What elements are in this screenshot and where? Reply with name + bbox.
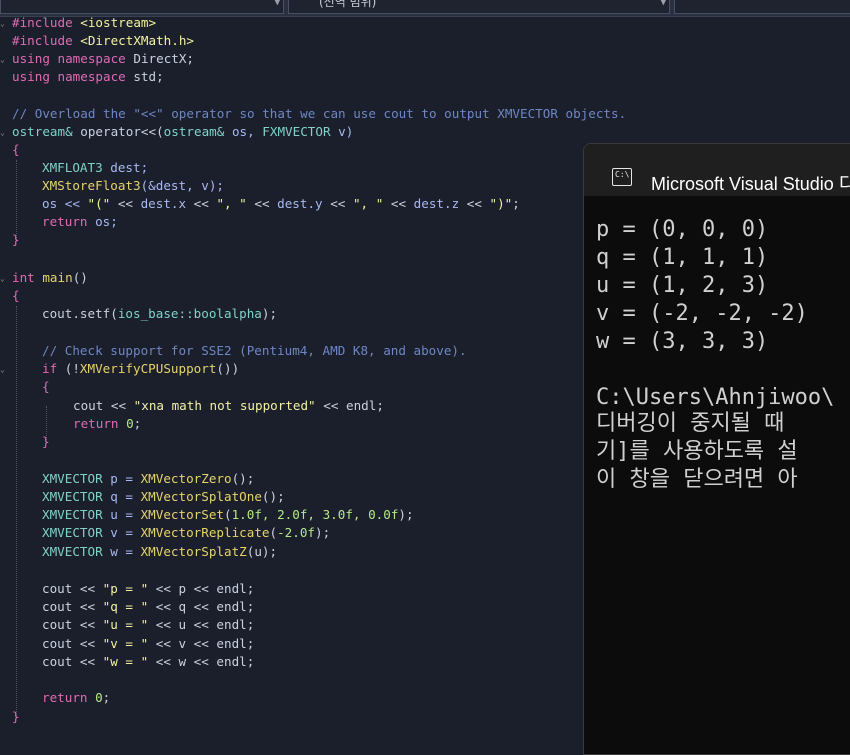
code-line: XMFLOAT3 dest; (42, 160, 149, 175)
code-brace: } (12, 709, 20, 724)
console-output-line: 기]를 사용하도록 설 (596, 439, 798, 464)
indent-guide (16, 306, 17, 716)
code-line: XMVECTOR v = XMVectorReplicate(-2.0f); (42, 525, 331, 540)
chevron-down-icon: ▼ (274, 0, 280, 8)
fold-marker-icon[interactable]: ⌄ (0, 275, 8, 283)
console-title-bar[interactable]: C:\ Microsoft Visual Studio 디 (584, 144, 850, 196)
console-output-line: q = (1, 1, 1) (596, 245, 769, 270)
code-line: XMStoreFloat3(&dest, v); (42, 178, 224, 193)
code-line: XMVECTOR w = XMVectorSplatZ(u); (42, 544, 278, 559)
scope-dropdown-label: (전역 범위) (319, 0, 377, 9)
code-brace: } (42, 434, 50, 449)
debug-console-window[interactable]: C:\ Microsoft Visual Studio 디 p = (0, 0,… (583, 143, 850, 755)
code-line: int main() (12, 270, 88, 285)
code-line: cout << "p = " << p << endl; (42, 581, 255, 596)
code-line: cout << "q = " << q << endl; (42, 599, 255, 614)
code-brace: { (12, 288, 20, 303)
code-line: using namespace DirectX; (12, 51, 195, 66)
console-output-line: w = (3, 3, 3) (596, 329, 769, 354)
terminal-icon: C:\ (612, 168, 632, 186)
code-line: using namespace std; (12, 69, 164, 84)
code-brace: { (42, 379, 50, 394)
fold-marker-icon[interactable]: ⌄ (0, 366, 8, 374)
code-line: cout << "xna math not supported" << endl… (73, 398, 384, 413)
code-line: return os; (42, 214, 118, 229)
code-line: XMVECTOR p = XMVectorZero(); (42, 471, 255, 486)
fold-marker-icon[interactable]: ⌄ (0, 56, 8, 64)
scope-dropdown[interactable]: (전역 범위) ▼ (288, 0, 670, 14)
code-line: cout << "v = " << v << endl; (42, 636, 255, 651)
fold-marker-icon[interactable]: ⌄ (0, 129, 8, 137)
console-output-line: C:\Users\Ahnjiwoo\ (596, 385, 835, 410)
code-brace: { (12, 142, 20, 157)
console-output-line: u = (1, 2, 3) (596, 273, 769, 298)
code-brace: } (12, 232, 20, 247)
member-dropdown[interactable] (674, 0, 850, 14)
indent-guide (16, 160, 17, 240)
code-line: if (!XMVerifyCPUSupport()) (42, 361, 240, 376)
code-line: os << "(" << dest.x << ", " << dest.y <<… (42, 196, 520, 211)
code-line: return 0; (73, 416, 142, 431)
console-title: Microsoft Visual Studio 디 (651, 174, 850, 194)
code-line: #include <DirectXMath.h> (12, 33, 194, 48)
code-comment: // Overload the "<<" operator so that we… (12, 106, 627, 121)
project-dropdown[interactable]: ▼ (0, 0, 284, 14)
console-output-line: 이 창을 닫으려면 아 (596, 467, 798, 492)
code-line: XMVECTOR q = XMVectorSplatOne(); (42, 489, 285, 504)
fold-marker-icon[interactable]: ⌄ (0, 20, 8, 28)
chevron-down-icon: ▼ (660, 0, 666, 8)
code-comment: // Check support for SSE2 (Pentium4, AMD… (42, 343, 467, 358)
code-line: cout << "u = " << u << endl; (42, 617, 255, 632)
console-output-line: v = (-2, -2, -2) (596, 301, 808, 326)
code-line: return 0; (42, 690, 111, 705)
code-line: ostream& operator<<(ostream& os, FXMVECT… (12, 124, 354, 139)
code-line: XMVECTOR u = XMVectorSet(1.0f, 2.0f, 3.0… (42, 507, 414, 522)
code-line: cout.setf(ios_base::boolalpha); (42, 306, 278, 321)
console-output-line: 디버깅이 중지될 때 (596, 411, 785, 436)
console-output-line: p = (0, 0, 0) (596, 217, 769, 242)
code-line: cout << "w = " << w << endl; (42, 654, 255, 669)
code-line: #include <iostream> (12, 15, 157, 30)
